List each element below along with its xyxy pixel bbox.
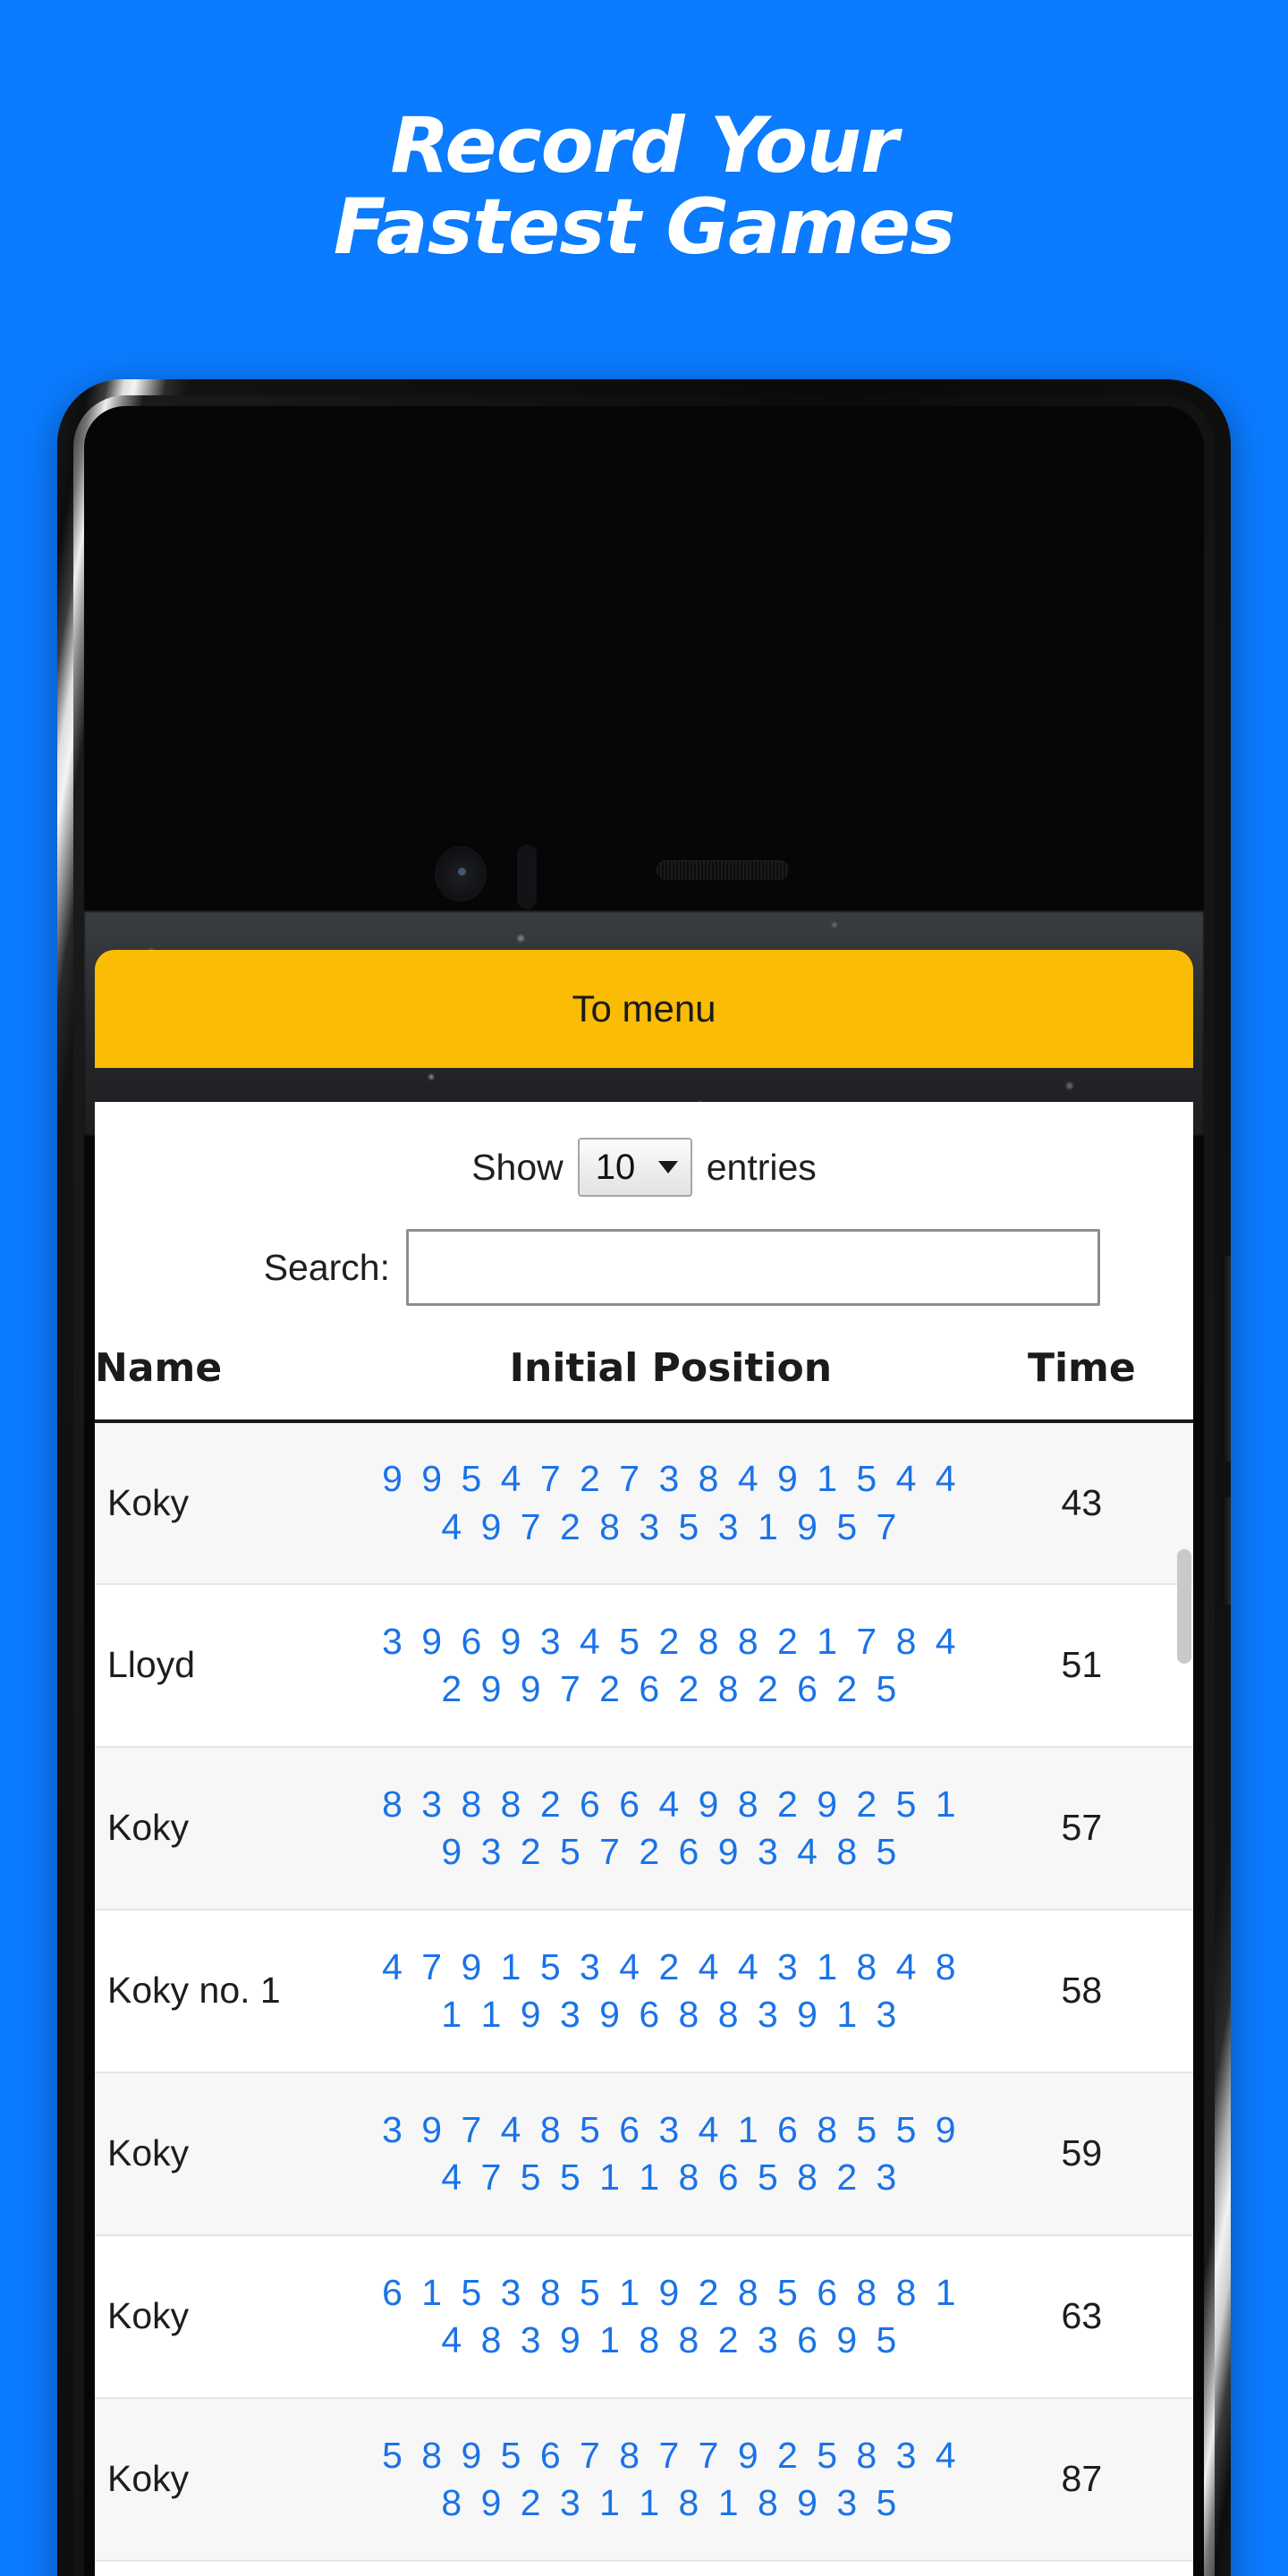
- position-digits: 9 9 5 4 7 2 7 3 8 4 9 1 5 4 4 4 9 7 2 8 …: [382, 1458, 960, 1547]
- proximity-sensor-icon: [517, 844, 537, 909]
- headline-line-1: Record Your: [390, 101, 898, 191]
- promo-headline: Record Your Fastest Games: [0, 101, 1288, 273]
- column-header-position[interactable]: Initial Position: [371, 1336, 970, 1423]
- phone-mockup: To menu Show 10 entries Search: Name Ini…: [57, 379, 1231, 2576]
- table-row: Koky 6 1 5 3 8 5 1 9 2 8 5 6 8 8 1 4 8 3 …: [95, 2235, 1193, 2399]
- page-length-select[interactable]: 10: [577, 1138, 692, 1197]
- cell-initial-position: 8 3 8 8 2 6 6 4 9 8 2 9 2 5 1 9 3 2 5 7 …: [371, 1747, 970, 1911]
- cell-time: 43: [970, 1421, 1193, 1585]
- front-camera-icon: [435, 846, 487, 902]
- app-window: To menu Show 10 entries Search: Name Ini…: [95, 950, 1193, 2576]
- table-row: Koky 3 9 7 4 8 5 6 3 4 1 6 8 5 5 9 4 7 5 …: [95, 2072, 1193, 2236]
- chevron-down-icon: [657, 1161, 678, 1174]
- app-content: Show 10 entries Search: Name Initial Pos…: [95, 1102, 1193, 2576]
- position-digits: 6 1 5 3 8 5 1 9 2 8 5 6 8 8 1 4 8 3 9 1 …: [382, 2271, 960, 2360]
- cell-name: Unknown Player: [95, 2561, 372, 2576]
- cell-initial-position: 9 9 5 4 7 2 7 3 8 4 9 1 5 4 4 4 9 7 2 8 …: [371, 1421, 970, 1585]
- table-row: Koky 5 8 9 5 6 7 8 7 7 9 2 5 8 3 4 8 9 2 …: [95, 2398, 1193, 2562]
- table-row: Lloyd 3 9 6 9 3 4 5 2 8 8 2 1 7 8 4 2 9 9…: [95, 1584, 1193, 1748]
- show-label: Show: [471, 1146, 564, 1188]
- cell-initial-position: 6 1 5 3 8 5 1 9 2 8 5 6 8 8 1 4 8 3 9 1 …: [371, 2235, 970, 2399]
- scores-table-head: Name Initial Position Time: [95, 1336, 1193, 1423]
- table-row: Unknown Player7 3 5 4 7 8 3 3 2 8 4 1 7 …: [95, 2561, 1193, 2576]
- table-row: Koky 9 9 5 4 7 2 7 3 8 4 9 1 5 4 4 4 9 7 …: [95, 1421, 1193, 1585]
- position-digits: 4 7 9 1 5 3 4 2 4 4 3 1 8 4 8 1 1 9 3 9 …: [382, 1945, 960, 2035]
- cell-initial-position: 3 9 6 9 3 4 5 2 8 8 2 1 7 8 4 2 9 9 7 2 …: [371, 1584, 970, 1748]
- cell-time: 58: [970, 1910, 1193, 2073]
- scores-table: Name Initial Position Time Koky 9 9 5 4 7…: [95, 1336, 1193, 2576]
- position-digits: 8 3 8 8 2 6 6 4 9 8 2 9 2 5 1 9 3 2 5 7 …: [382, 1783, 960, 1872]
- page-scrollbar[interactable]: [1177, 1549, 1191, 1664]
- cell-initial-position: 5 8 9 5 6 7 8 7 7 9 2 5 8 3 4 8 9 2 3 1 …: [371, 2398, 970, 2562]
- cell-initial-position: 3 9 7 4 8 5 6 3 4 1 6 8 5 5 9 4 7 5 5 1 …: [371, 2072, 970, 2236]
- cell-initial-position: 7 3 5 4 7 8 3 3 2 8 4 1 7 1 1 1 2 3 5 3 …: [371, 2561, 970, 2576]
- search-input[interactable]: [406, 1229, 1100, 1306]
- cell-name: Koky no. 1: [95, 1910, 372, 2073]
- earpiece-speaker-icon: [657, 860, 789, 880]
- scores-table-body: Koky 9 9 5 4 7 2 7 3 8 4 9 1 5 4 4 4 9 7 …: [95, 1421, 1193, 2576]
- entries-label: entries: [706, 1146, 817, 1188]
- cell-name: Koky: [95, 1747, 372, 1911]
- cell-time: 51: [970, 1584, 1193, 1748]
- cell-time: 91: [970, 2561, 1193, 2576]
- position-digits: 5 8 9 5 6 7 8 7 7 9 2 5 8 3 4 8 9 2 3 1 …: [382, 2434, 960, 2523]
- cell-initial-position: 4 7 9 1 5 3 4 2 4 4 3 1 8 4 8 1 1 9 3 9 …: [371, 1910, 970, 2073]
- table-row: Koky no. 14 7 9 1 5 3 4 2 4 4 3 1 8 4 8 …: [95, 1910, 1193, 2073]
- table-header-row: Name Initial Position Time: [95, 1336, 1193, 1423]
- table-search-control: Search:: [95, 1197, 1193, 1306]
- cell-time: 57: [970, 1747, 1193, 1911]
- cell-time: 87: [970, 2398, 1193, 2562]
- search-label: Search:: [263, 1246, 390, 1288]
- cell-name: Koky: [95, 2235, 372, 2399]
- power-button[interactable]: [1222, 1497, 1231, 1605]
- position-digits: 3 9 7 4 8 5 6 3 4 1 6 8 5 5 9 4 7 5 5 1 …: [382, 2108, 960, 2198]
- cell-time: 59: [970, 2072, 1193, 2236]
- cell-name: Koky: [95, 2398, 372, 2562]
- page-length-value: 10: [595, 1147, 636, 1187]
- to-menu-button[interactable]: To menu: [95, 950, 1193, 1068]
- table-length-control: Show 10 entries: [95, 1102, 1193, 1197]
- column-header-name[interactable]: Name: [95, 1336, 372, 1423]
- cell-time: 63: [970, 2235, 1193, 2399]
- volume-up-button[interactable]: [1222, 1256, 1231, 1462]
- position-digits: 3 9 6 9 3 4 5 2 8 8 2 1 7 8 4 2 9 9 7 2 …: [382, 1620, 960, 1709]
- table-row: Koky 8 3 8 8 2 6 6 4 9 8 2 9 2 5 1 9 3 2 …: [95, 1747, 1193, 1911]
- headline-line-2: Fastest Games: [333, 182, 956, 273]
- cell-name: Koky: [95, 1421, 372, 1585]
- column-header-time[interactable]: Time: [970, 1336, 1193, 1423]
- phone-screen: To menu Show 10 entries Search: Name Ini…: [84, 406, 1204, 2576]
- cell-name: Koky: [95, 2072, 372, 2236]
- cell-name: Lloyd: [95, 1584, 372, 1748]
